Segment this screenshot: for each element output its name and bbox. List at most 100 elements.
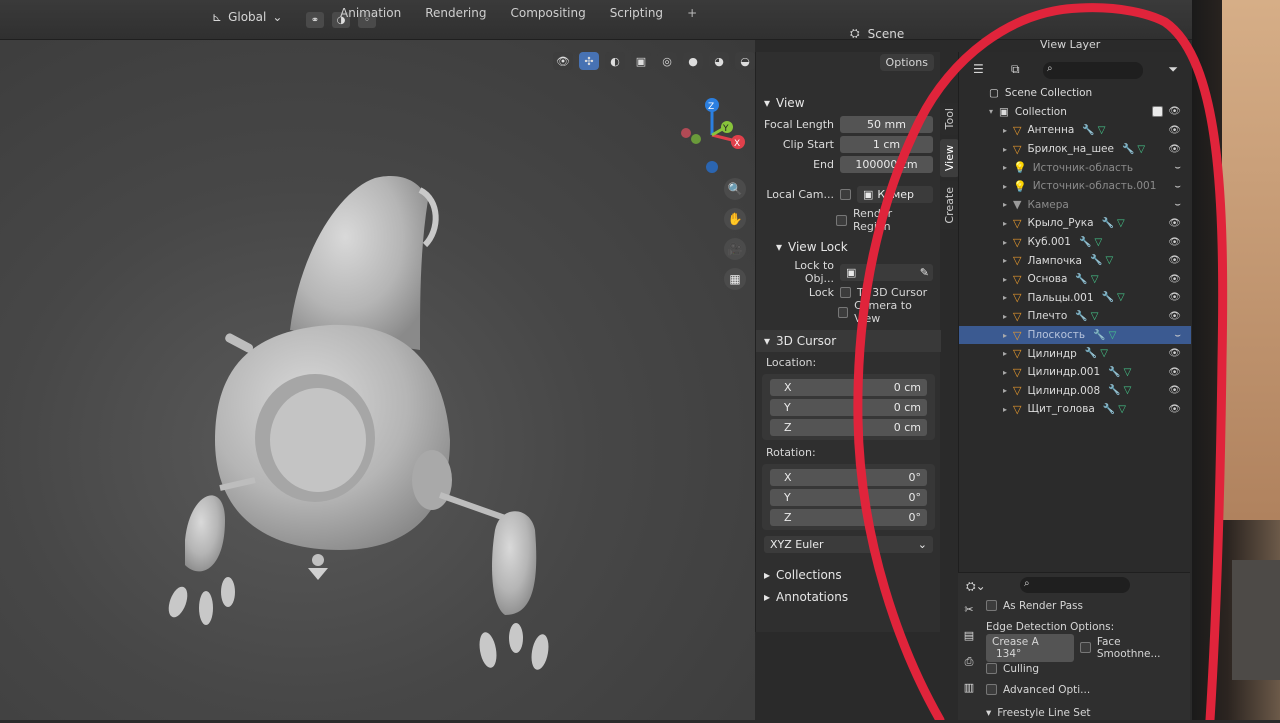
- filter-view-icon[interactable]: ⧉: [1011, 62, 1020, 77]
- camera-to-view-checkbox[interactable]: [838, 306, 849, 318]
- collapsed-arrow-icon[interactable]: ▸: [1003, 368, 1013, 377]
- collapsed-arrow-icon[interactable]: ▸: [1003, 256, 1013, 265]
- tab-create[interactable]: Create: [940, 181, 959, 231]
- collapsed-arrow-icon[interactable]: ▸: [1003, 312, 1013, 321]
- outliner-item-row[interactable]: ▸ 💡 Источник-область ⌣: [959, 158, 1191, 177]
- eye-closed-icon[interactable]: ⌣: [1174, 181, 1181, 192]
- mesh-data-icon[interactable]: ▽: [1124, 367, 1132, 378]
- mesh-data-icon[interactable]: ▽: [1091, 274, 1099, 285]
- rotation-mode-dropdown[interactable]: XYZ Euler ⌄: [764, 535, 933, 553]
- collections-section-header[interactable]: ▸ Collections: [756, 564, 941, 586]
- wrench-icon[interactable]: 🔧: [1079, 237, 1091, 248]
- view-lock-section-header[interactable]: ▾ View Lock: [756, 236, 941, 258]
- tab-rendering[interactable]: Rendering: [415, 2, 496, 24]
- eye-closed-icon[interactable]: ⌣: [1174, 330, 1181, 341]
- outliner-item-row[interactable]: ▸ ▼ Камера ⌣: [959, 196, 1191, 215]
- wrench-icon[interactable]: 🔧: [1122, 144, 1134, 155]
- culling-checkbox[interactable]: [986, 663, 997, 674]
- collection-row[interactable]: ▾ ▣ Collection 👁: [959, 103, 1191, 122]
- collapsed-arrow-icon[interactable]: ▸: [1003, 238, 1013, 247]
- grid-ortho-icon[interactable]: ▦: [724, 268, 746, 290]
- face-smoothness-checkbox[interactable]: [1080, 642, 1091, 653]
- to-3d-cursor-checkbox[interactable]: [840, 286, 851, 298]
- wrench-icon[interactable]: 🔧: [1103, 404, 1115, 415]
- eye-icon[interactable]: 👁: [1168, 237, 1181, 248]
- collapsed-arrow-icon[interactable]: ▸: [1003, 349, 1013, 358]
- outliner-item-row[interactable]: ▸ ▽ Брилок_на_шее 🔧 ▽ 👁: [959, 140, 1191, 159]
- collapsed-arrow-icon[interactable]: ▸: [1003, 126, 1013, 135]
- view-layer-icon[interactable]: ▥: [961, 681, 977, 695]
- eye-icon[interactable]: 👁: [1168, 292, 1181, 303]
- eye-icon[interactable]: 👁: [1168, 311, 1181, 322]
- tab-compositing[interactable]: Compositing: [500, 2, 595, 24]
- tab-tool[interactable]: Tool: [940, 102, 959, 136]
- eyedropper-icon[interactable]: ✎: [920, 266, 929, 279]
- crease-angle-field[interactable]: Crease A 134°: [986, 633, 1075, 662]
- collapsed-arrow-icon[interactable]: ▸: [1003, 163, 1013, 172]
- mesh-data-icon[interactable]: ▽: [1117, 218, 1125, 229]
- outliner-item-row[interactable]: ▸ ▽ Лампочка 🔧 ▽ 👁: [959, 251, 1191, 270]
- lock-to-object-field[interactable]: ▣ ✎: [840, 263, 933, 281]
- properties-search-input[interactable]: ⌕: [1020, 577, 1130, 593]
- filter-icon[interactable]: ⏷: [1168, 62, 1178, 77]
- collection-exclude-checkbox[interactable]: [1152, 106, 1163, 118]
- eye-icon[interactable]: 👁: [1168, 404, 1181, 415]
- collapsed-arrow-icon[interactable]: ▸: [1003, 182, 1013, 191]
- outliner-item-row[interactable]: ▸ 💡 Источник-область.001 ⌣: [959, 177, 1191, 196]
- wrench-icon[interactable]: 🔧: [1108, 367, 1120, 378]
- mesh-data-icon[interactable]: ▽: [1117, 292, 1125, 303]
- wrench-icon[interactable]: 🔧: [1090, 255, 1102, 266]
- mesh-data-icon[interactable]: ▽: [1109, 330, 1117, 341]
- eye-icon[interactable]: 👁: [1168, 348, 1181, 359]
- loc-x-field[interactable]: X 0 cm: [770, 378, 927, 396]
- wrench-icon[interactable]: 🔧: [1108, 385, 1120, 396]
- eye-icon[interactable]: 👁: [1168, 106, 1181, 117]
- outliner-item-row[interactable]: ▸ ▽ Щит_голова 🔧 ▽ 👁: [959, 400, 1191, 419]
- pivot-icon[interactable]: ⚭: [306, 12, 324, 28]
- 3d-viewport[interactable]: 👁 ✣ ◐ ▣ ◎ ● ◕ ◒ Z X Y 🔍 ✋ 🎥 ▦: [0, 40, 755, 720]
- render-icon[interactable]: ▤: [961, 629, 977, 643]
- mesh-data-icon[interactable]: ▽: [1137, 144, 1145, 155]
- annotations-section-header[interactable]: ▸ Annotations: [756, 586, 941, 608]
- rot-y-field[interactable]: Y 0°: [770, 488, 927, 506]
- collapsed-arrow-icon[interactable]: ▸: [1003, 219, 1013, 228]
- tool-settings-icon[interactable]: ✂: [961, 603, 977, 617]
- outliner-search-input[interactable]: ⌕: [1043, 62, 1143, 79]
- outliner-item-row[interactable]: ▸ ▽ Основа 🔧 ▽ 👁: [959, 270, 1191, 289]
- outliner-item-row[interactable]: ▸ ▽ Плечто 🔧 ▽ 👁: [959, 307, 1191, 326]
- collapsed-arrow-icon[interactable]: ▸: [1003, 200, 1013, 209]
- tab-animation[interactable]: Animation: [330, 2, 411, 24]
- scene-selector[interactable]: ⛭ Scene: [850, 26, 904, 41]
- collapsed-arrow-icon[interactable]: ▸: [1003, 331, 1013, 340]
- local-camera-field[interactable]: ▣ Камер: [857, 185, 933, 203]
- display-mode-icon[interactable]: ☰: [973, 62, 984, 76]
- tab-view[interactable]: View: [940, 139, 959, 178]
- collapsed-arrow-icon[interactable]: ▸: [1003, 293, 1013, 302]
- eye-icon[interactable]: 👁: [1168, 367, 1181, 378]
- outliner-item-row[interactable]: ▸ ▽ Цилиндр 🔧 ▽ 👁: [959, 344, 1191, 363]
- mesh-data-icon[interactable]: ▽: [1118, 404, 1126, 415]
- wrench-icon[interactable]: 🔧: [1075, 274, 1087, 285]
- navigation-gizmo[interactable]: Z X Y: [672, 95, 752, 175]
- eye-closed-icon[interactable]: ⌣: [1174, 199, 1181, 210]
- mesh-data-icon[interactable]: ▽: [1100, 348, 1108, 359]
- focal-length-field[interactable]: 50 mm: [840, 115, 933, 133]
- rot-x-field[interactable]: X 0°: [770, 468, 927, 486]
- loc-z-field[interactable]: Z 0 cm: [770, 418, 927, 436]
- eye-icon[interactable]: 👁: [1168, 218, 1181, 229]
- eye-icon[interactable]: 👁: [1168, 125, 1181, 136]
- collapsed-arrow-icon[interactable]: ▸: [1003, 405, 1013, 414]
- eye-icon[interactable]: 👁: [1168, 144, 1181, 155]
- loc-y-field[interactable]: Y 0 cm: [770, 398, 927, 416]
- options-dropdown[interactable]: Options: [879, 54, 934, 71]
- rot-z-field[interactable]: Z 0°: [770, 508, 927, 526]
- pan-hand-icon[interactable]: ✋: [724, 208, 746, 230]
- outliner-item-row[interactable]: ▸ ▽ Пальцы.001 🔧 ▽ 👁: [959, 289, 1191, 308]
- outliner-item-row[interactable]: ▸ ▽ Крыло_Рука 🔧 ▽ 👁: [959, 214, 1191, 233]
- transform-orientation-dropdown[interactable]: ⊾ Global ⌄: [212, 10, 282, 24]
- mesh-data-icon[interactable]: ▽: [1091, 311, 1099, 322]
- collapsed-arrow-icon[interactable]: ▸: [1003, 145, 1013, 154]
- editor-type-icon[interactable]: ⛭⌄: [966, 579, 986, 594]
- eye-icon[interactable]: 👁: [1168, 385, 1181, 396]
- as-render-pass-checkbox[interactable]: [986, 600, 997, 611]
